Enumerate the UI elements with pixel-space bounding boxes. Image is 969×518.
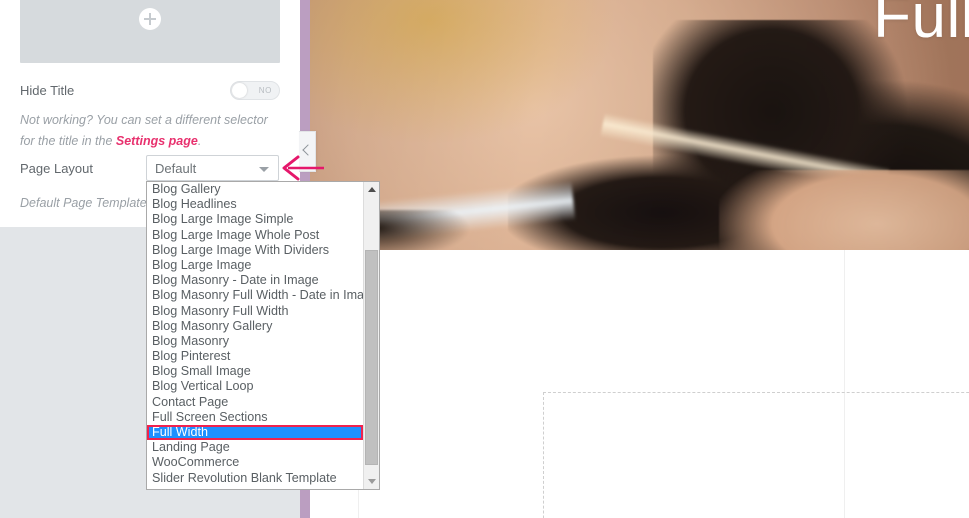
dropdown-option[interactable]: Blog Vertical Loop <box>147 379 365 394</box>
page-layout-dropdown-list[interactable]: Blog Gallery Blog Headlines Blog Large Ima… <box>146 181 380 490</box>
dropdown-option[interactable]: Contact Page <box>147 395 365 410</box>
dropdown-option[interactable]: Blog Large Image Whole Post <box>147 228 365 243</box>
photo-shading-layer <box>310 0 969 250</box>
page-layout-selected-value: Default <box>155 161 197 176</box>
chevron-down-icon <box>259 167 269 172</box>
dropdown-option[interactable]: Blog Large Image With Dividers <box>147 243 365 258</box>
hide-title-helper-text: Not working? You can set a different sel… <box>20 110 282 152</box>
page-layout-note: Default Page Template fro <box>20 196 165 210</box>
dropdown-option[interactable]: Slider Revolution Blank Template <box>147 471 365 486</box>
panel-collapse-tab[interactable] <box>299 131 316 172</box>
featured-image-placeholder[interactable] <box>20 0 280 63</box>
helper-text-after: . <box>197 134 202 148</box>
builder-dropzone[interactable] <box>543 392 969 518</box>
page-layout-label: Page Layout <box>20 161 94 176</box>
triangle-down-icon[interactable] <box>364 474 379 489</box>
hero-title: Full <box>873 0 969 51</box>
screenshot-root: Full Hide Title NO Not working? You can … <box>0 0 969 518</box>
dropdown-option[interactable]: Blog Masonry - Date in Image <box>147 273 365 288</box>
dropdown-option[interactable]: Blog Pinterest <box>147 349 365 364</box>
dropdown-option[interactable]: Blog Masonry Gallery <box>147 319 365 334</box>
dropdown-option[interactable]: Blog Headlines <box>147 197 365 212</box>
hide-title-toggle[interactable]: NO <box>230 81 280 100</box>
dropdown-option[interactable]: Blog Large Image <box>147 258 365 273</box>
dropdown-option[interactable]: Blog Masonry Full Width - Date in Image <box>147 288 365 303</box>
page-preview-canvas: Full <box>310 0 969 518</box>
dropdown-option[interactable]: WooCommerce <box>147 455 365 470</box>
dropdown-option[interactable]: Blog Gallery <box>147 182 365 197</box>
scrollbar-thumb[interactable] <box>365 250 378 465</box>
dropdown-option[interactable]: Blog Masonry <box>147 334 365 349</box>
toggle-knob <box>232 83 247 98</box>
plus-circle-icon[interactable] <box>139 8 161 30</box>
dropdown-option[interactable]: Blog Large Image Simple <box>147 212 365 227</box>
triangle-up-icon[interactable] <box>364 182 379 197</box>
page-layout-select[interactable]: Default <box>146 155 279 181</box>
hero-photo: Full <box>310 0 969 250</box>
chevron-left-icon <box>302 144 314 156</box>
dropdown-option[interactable]: Landing Page <box>147 440 365 455</box>
settings-page-link[interactable]: Settings page <box>116 134 198 148</box>
dropdown-scrollbar[interactable] <box>363 182 379 489</box>
toggle-state-label: NO <box>258 86 272 95</box>
page-body-area <box>310 250 969 518</box>
dropdown-option[interactable]: Blog Masonry Full Width <box>147 304 365 319</box>
dropdown-options-container[interactable]: Blog Gallery Blog Headlines Blog Large Ima… <box>147 182 365 489</box>
hide-title-label: Hide Title <box>20 83 75 98</box>
dropdown-option[interactable]: Full Screen Sections <box>147 410 365 425</box>
dropdown-option-selected[interactable]: Full Width <box>147 425 363 441</box>
dropdown-option[interactable]: Blog Small Image <box>147 364 365 379</box>
